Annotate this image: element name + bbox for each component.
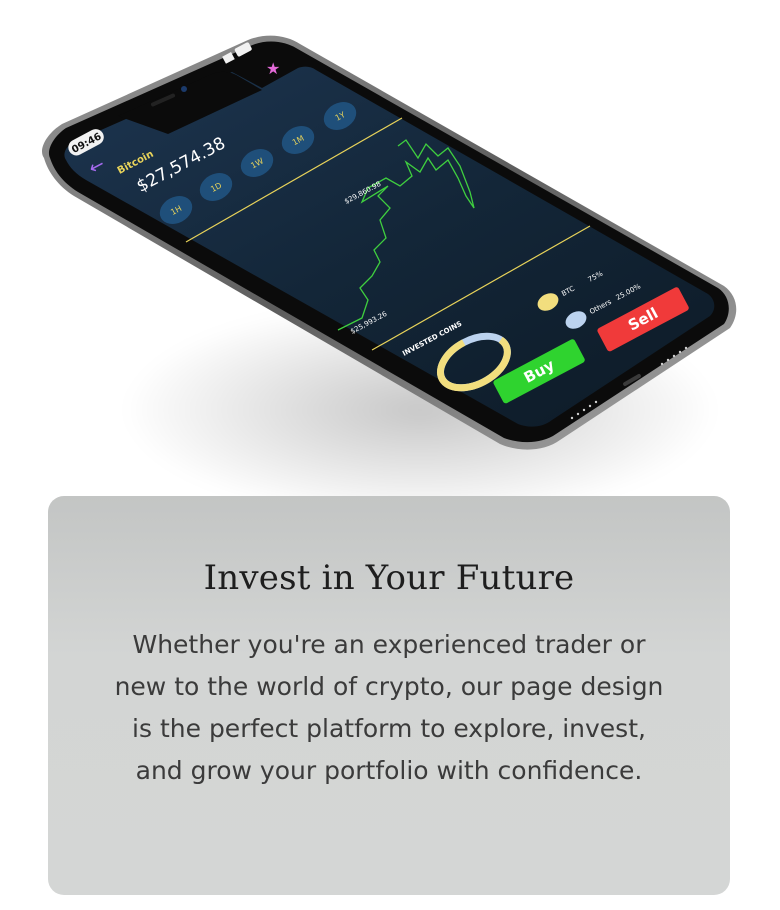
card-title: Invest in Your Future <box>203 558 575 598</box>
phone-mockup: 09:46 ★ ← Bitcoin $27,574.38 1H 1D 1W 1M 1Y … <box>0 0 780 480</box>
info-card: Invest in Your Future Whether you're an … <box>48 496 730 895</box>
front-camera <box>181 86 187 92</box>
star-icon[interactable]: ★ <box>266 59 280 78</box>
card-body: Whether you're an experienced trader or … <box>114 630 664 785</box>
phone-illustration: 09:46 ★ ← Bitcoin $27,574.38 1H1D1W1M1Y … <box>42 35 737 450</box>
